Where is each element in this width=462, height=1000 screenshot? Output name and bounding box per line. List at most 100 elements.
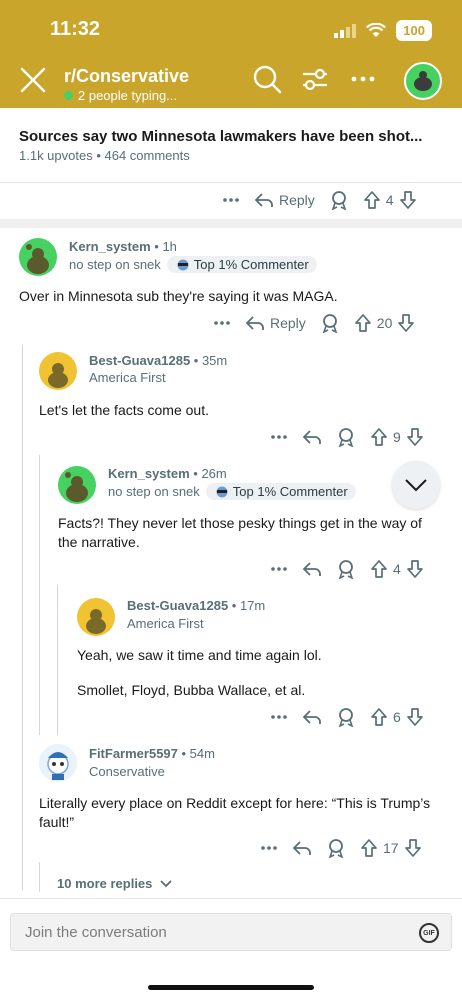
upvote-icon[interactable] (363, 190, 381, 210)
comment-action-bar: 4 (270, 559, 424, 579)
comment-action-bar: 6 (270, 707, 424, 727)
award-icon[interactable] (320, 313, 340, 333)
upvote-icon[interactable] (370, 559, 388, 579)
vote-group: 6 (370, 707, 424, 727)
reply-button[interactable]: Reply (254, 190, 315, 210)
more-options-icon[interactable] (348, 64, 378, 94)
post-title[interactable]: Sources say two Minnesota lawmakers have… (19, 128, 422, 145)
reply-icon (245, 316, 264, 330)
vote-group: 9 (370, 427, 424, 447)
reply-icon[interactable] (292, 838, 312, 858)
more-icon[interactable] (270, 707, 288, 727)
subreddit-title[interactable]: r/Conservative (64, 66, 189, 87)
comment-body: Literally every place on Reddit except f… (39, 795, 431, 830)
reply-icon[interactable] (302, 559, 322, 579)
avatar[interactable] (77, 598, 115, 636)
battery-indicator: 100 (396, 20, 432, 41)
vote-group: 4 (370, 559, 424, 579)
vote-group: 17 (360, 838, 422, 858)
reply-icon (254, 193, 273, 207)
comment-body: Let's let the facts come out. (39, 402, 209, 418)
avatar[interactable] (19, 238, 57, 276)
post-meta: 1.1k upvotes • 464 comments (19, 148, 190, 163)
post-action-bar: Reply 4 (222, 190, 417, 210)
upvote-icon[interactable] (360, 838, 378, 858)
award-icon[interactable] (326, 838, 346, 858)
comment-body: Over in Minnesota sub they're saying it … (19, 288, 338, 304)
avatar[interactable] (39, 352, 77, 390)
more-replies-link[interactable]: 10 more replies (57, 876, 173, 891)
vote-group: 20 (354, 313, 416, 333)
wifi-icon (366, 23, 387, 37)
user-flair: Conservative (89, 764, 165, 779)
thread-line (22, 345, 23, 890)
avatar[interactable] (39, 744, 77, 782)
more-icon[interactable] (213, 313, 231, 333)
comment-body: Facts?! They never let those pesky thing… (58, 515, 422, 550)
typing-indicator: 2 people typing... (64, 88, 177, 103)
close-icon[interactable] (20, 67, 46, 93)
vote-group: 4 (363, 190, 417, 210)
comment-username[interactable]: Best-Guava1285 • 17m (127, 598, 265, 613)
top-commenter-badge: Top 1% Commenter (205, 483, 356, 500)
comment-action-bar: Reply 20 (213, 313, 415, 333)
user-flair: no step on snek Top 1% Commenter (108, 483, 356, 500)
comment-body: Yeah, we saw it time and time again lol. (77, 647, 322, 663)
signal-icon (334, 23, 357, 38)
app-header: 11:32 100 r/Conservative 2 people typing… (0, 0, 462, 108)
user-flair: no step on snek Top 1% Commenter (69, 256, 317, 273)
comment-body: Smollet, Floyd, Bubba Wallace, et al. (77, 682, 306, 698)
reply-icon[interactable] (302, 427, 322, 447)
downvote-icon[interactable] (404, 838, 422, 858)
downvote-icon[interactable] (406, 559, 424, 579)
thread-line (57, 585, 58, 735)
upvote-icon[interactable] (370, 707, 388, 727)
award-icon[interactable] (336, 427, 356, 447)
online-dot-icon (64, 91, 73, 100)
chevron-down-icon (405, 479, 427, 492)
reply-label: Reply (279, 192, 315, 208)
downvote-icon[interactable] (406, 427, 424, 447)
downvote-icon[interactable] (399, 190, 417, 210)
comment-action-bar: 17 (260, 838, 422, 858)
section-divider (0, 219, 462, 228)
status-time: 11:32 (50, 18, 101, 40)
award-icon[interactable] (336, 707, 356, 727)
comment-username[interactable]: Best-Guava1285 • 35m (89, 353, 227, 368)
comment-username[interactable]: FitFarmer5597 • 54m (89, 746, 215, 761)
badge-icon (177, 259, 189, 270)
upvote-icon[interactable] (370, 427, 388, 447)
more-icon[interactable] (260, 838, 278, 858)
collapse-thread-button[interactable] (392, 461, 440, 509)
status-icons: 100 (334, 20, 432, 41)
vote-count: 4 (385, 192, 394, 208)
more-icon[interactable] (222, 190, 240, 210)
award-icon[interactable] (329, 190, 349, 210)
join-conversation-input[interactable]: Join the conversation GIF (10, 913, 452, 951)
comment-username[interactable]: Kern_system • 26m (108, 466, 227, 481)
comment-username[interactable]: Kern_system • 1h (69, 239, 177, 254)
reply-icon[interactable] (302, 707, 322, 727)
home-indicator (148, 985, 314, 990)
gif-button[interactable]: GIF (419, 923, 439, 943)
divider (0, 182, 462, 183)
user-flair: America First (89, 370, 166, 385)
sort-filter-icon[interactable] (300, 64, 330, 94)
thread-line (39, 862, 40, 892)
more-icon[interactable] (270, 427, 288, 447)
award-icon[interactable] (336, 559, 356, 579)
user-flair: America First (127, 616, 204, 631)
downvote-icon[interactable] (397, 313, 415, 333)
upvote-icon[interactable] (354, 313, 372, 333)
reply-button[interactable]: Reply (245, 313, 306, 333)
user-avatar[interactable] (404, 62, 442, 100)
more-icon[interactable] (270, 559, 288, 579)
typing-text: 2 people typing... (78, 88, 178, 103)
downvote-icon[interactable] (406, 707, 424, 727)
top-commenter-badge: Top 1% Commenter (166, 256, 317, 273)
thread-line (39, 455, 40, 735)
badge-icon (216, 486, 228, 497)
search-icon[interactable] (252, 64, 282, 94)
comment-action-bar: 9 (270, 427, 424, 447)
avatar[interactable] (58, 466, 96, 504)
